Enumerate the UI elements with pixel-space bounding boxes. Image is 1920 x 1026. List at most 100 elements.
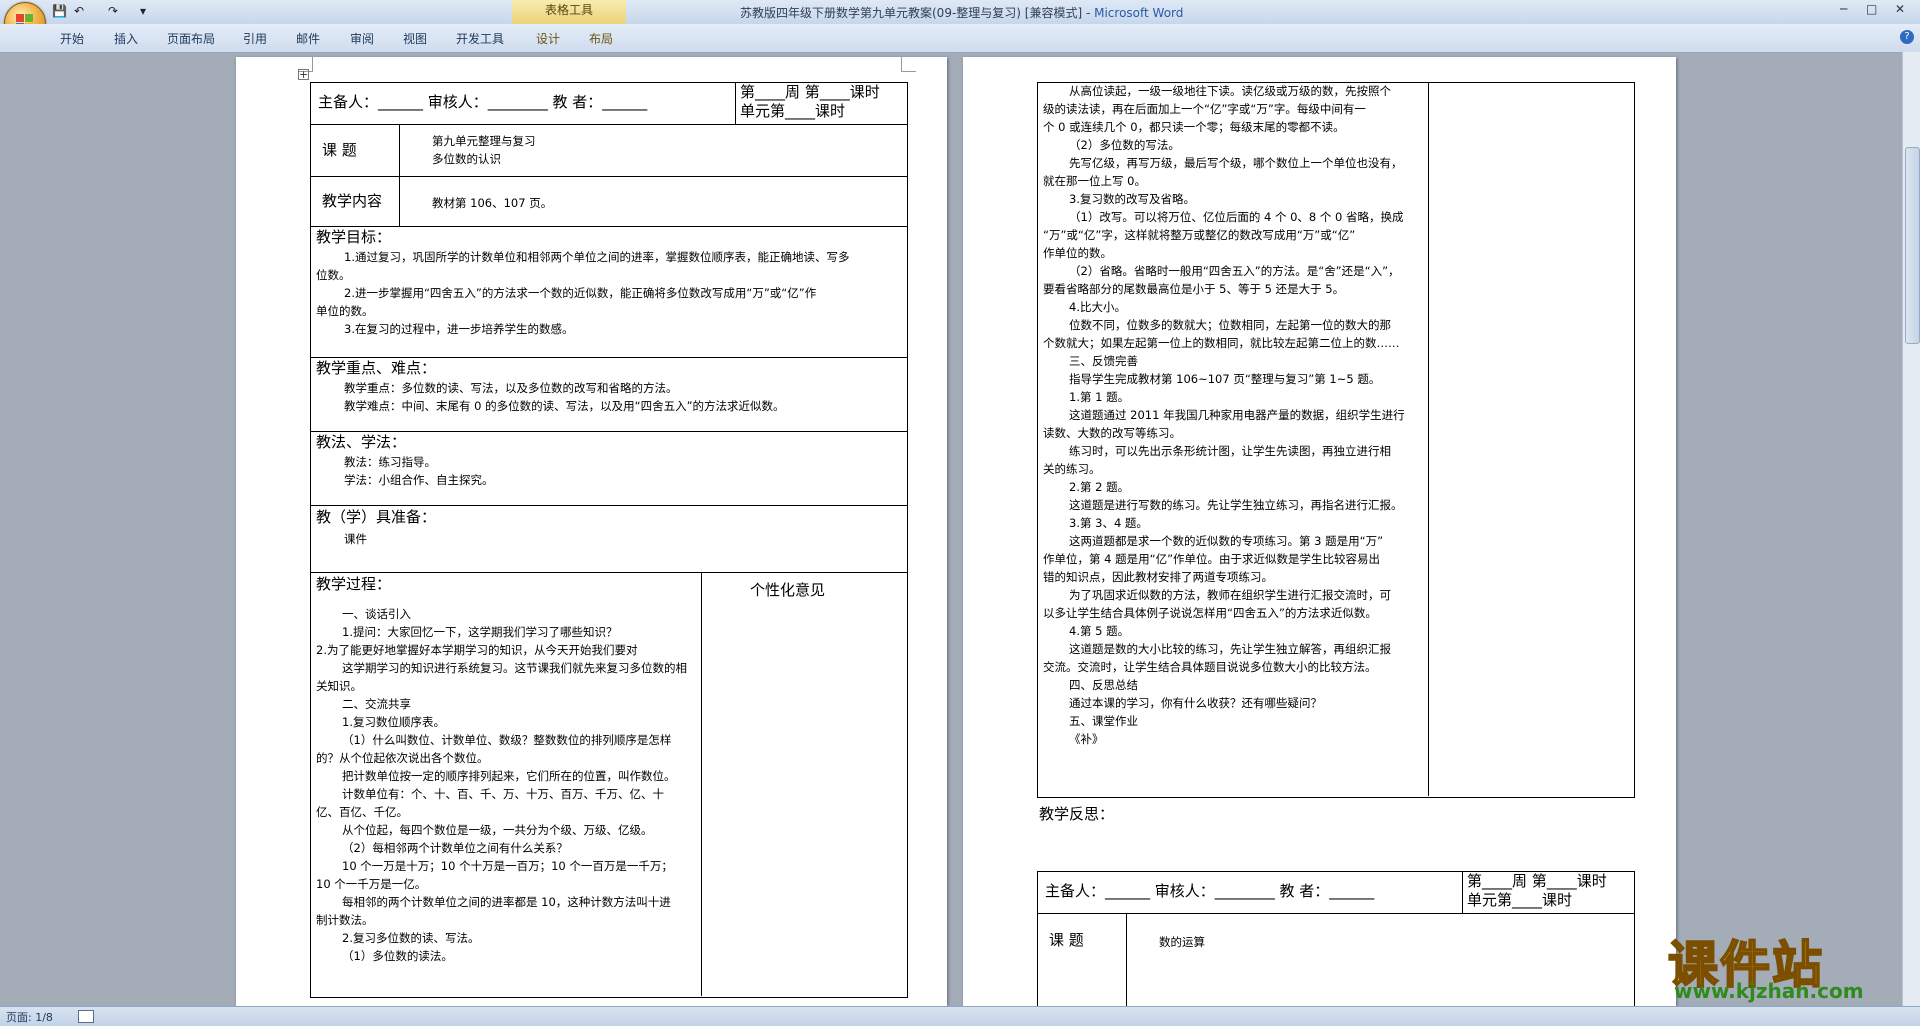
process-line: 为了巩固求近似数的方法，教师在组织学生进行汇报交流时，可 bbox=[1069, 588, 1391, 602]
goals-label: 教学目标： bbox=[316, 228, 392, 246]
process-line: 练习时，可以先出示条形统计图，让学生先读图，再独立进行相 bbox=[1069, 444, 1391, 458]
method-line: 学法：小组合作、自主探究。 bbox=[344, 473, 494, 487]
process-line: 错的知识点，因此教材安排了两道专项练习。 bbox=[1043, 570, 1273, 584]
process-line: 关知识。 bbox=[316, 679, 362, 693]
process-line: 《补》 bbox=[1069, 732, 1104, 746]
process-line: 作单位，第 4 题是用“亿”作单位。由于求近似数是学生比较容易出 bbox=[1043, 552, 1381, 566]
document-page-right: 从高位读起，一级一级地往下读。读亿级或万级的数，先按照个级的读法读，再在后面加上… bbox=[963, 57, 1676, 1006]
vertical-scrollbar[interactable] bbox=[1902, 52, 1920, 1006]
goal-line: 位数。 bbox=[316, 268, 351, 282]
scrollbar-thumb[interactable] bbox=[1905, 147, 1920, 344]
process-line: （2）每相邻两个计数单位之间有什么关系？ bbox=[342, 841, 568, 855]
header-week-lesson: 第____周 第____课时 bbox=[740, 83, 880, 101]
tab-page-layout[interactable]: 页面布局 bbox=[167, 30, 215, 47]
minimize-button[interactable]: ─ bbox=[1840, 2, 1847, 16]
header-unit-lesson: 单元第____课时 bbox=[740, 102, 846, 120]
proofing-icon[interactable] bbox=[78, 1010, 94, 1023]
tab-insert[interactable]: 插入 bbox=[114, 30, 138, 47]
process-line: 从个位起，每四个数位是一级，一共分为个级、万级、亿级。 bbox=[342, 823, 653, 837]
process-line: 这道题通过 2011 年我国几种家用电器产量的数据，组织学生进行 bbox=[1069, 408, 1405, 422]
goal-line: 单位的数。 bbox=[316, 304, 374, 318]
page-indicator[interactable]: 页面: 1/8 bbox=[6, 1009, 53, 1025]
keypoints-label: 教学重点、难点： bbox=[316, 359, 437, 377]
header-staff-fields: 主备人：______ 审核人：________ 教 者：______ bbox=[318, 93, 648, 111]
process-line: 个数就大；如果左起第一位上的数相同，就比较左起第二位上的数…… bbox=[1043, 336, 1400, 350]
process-line: “万”或“亿”字，这样就将整万或整亿的数改写成用“万”或“亿” bbox=[1043, 228, 1356, 242]
process-line: 先写亿级，再写万级，最后写个级，哪个数位上一个单位也没有， bbox=[1069, 156, 1403, 170]
process-line: 计数单位有：个、十、百、千、万、十万、百万、千万、亿、十 bbox=[342, 787, 664, 801]
process-line: 这道题是数的大小比较的练习，先让学生独立解答，再组织汇报 bbox=[1069, 642, 1391, 656]
topic-line: 第九单元整理与复习 bbox=[432, 134, 536, 148]
goal-line: 1.通过复习，巩固所学的计数单位和相邻两个单位之间的进率，掌握数位顺序表，能正确… bbox=[344, 250, 850, 264]
process-line: 2.复习多位数的读、写法。 bbox=[342, 931, 480, 945]
process-line: 2.第 2 题。 bbox=[1069, 480, 1130, 494]
process-line: （1）改写。可以将万位、亿位后面的 4 个 0、8 个 0 省略，换成 bbox=[1069, 210, 1404, 224]
tab-home[interactable]: 开始 bbox=[60, 30, 84, 47]
keypoint-line: 教学重点：多位数的读、写法，以及多位数的改写和省略的方法。 bbox=[344, 381, 678, 395]
prep-value: 课件 bbox=[344, 532, 367, 546]
save-icon[interactable]: 💾 bbox=[52, 4, 67, 18]
opinion-label: 个性化意见 bbox=[750, 581, 826, 599]
status-bar: 页面: 1/8 bbox=[0, 1006, 1920, 1026]
context-tab-group-table-tools: 表格工具 bbox=[512, 0, 626, 24]
process-line: 3.第 3、4 题。 bbox=[1069, 516, 1148, 530]
header-unit-lesson: 单元第____课时 bbox=[1467, 891, 1573, 909]
goal-line: 3.在复习的过程中，进一步培养学生的数感。 bbox=[344, 322, 574, 336]
process-line: 把计数单位按一定的顺序排列起来，它们所在的位置，叫作数位。 bbox=[342, 769, 676, 783]
process-line: （1）什么叫数位、计数单位、数级？整数数位的排列顺序是怎样 bbox=[342, 733, 672, 747]
process-line: 从高位读起，一级一级地往下读。读亿级或万级的数，先按照个 bbox=[1069, 84, 1391, 98]
customize-quick-access-icon[interactable]: ▾ bbox=[140, 4, 146, 18]
process-line: 三、反馈完善 bbox=[1069, 354, 1138, 368]
process-line: 以多让学生结合具体例子说说怎样用“四舍五入”的方法求近似数。 bbox=[1043, 606, 1377, 620]
process-line: 2.为了能更好地掌握好本学期学习的知识，从今天开始我们要对 bbox=[316, 643, 638, 657]
reflection-label: 教学反思： bbox=[1039, 805, 1115, 823]
watermark-url: www.kjzhan.com bbox=[1674, 979, 1864, 1003]
content-value: 教材第 106、107 页。 bbox=[432, 196, 553, 210]
process-line: 制计数法。 bbox=[316, 913, 374, 927]
redo-icon[interactable]: ↷ bbox=[108, 4, 118, 18]
process-line: 1.提问：大家回忆一下，这学期我们学习了哪些知识？ bbox=[342, 625, 618, 639]
tab-developer[interactable]: 开发工具 bbox=[456, 30, 504, 47]
close-button[interactable]: ✕ bbox=[1895, 2, 1905, 16]
process-line: 作单位的数。 bbox=[1043, 246, 1112, 260]
process-line: 的？从个位起依次说出各个数位。 bbox=[316, 751, 489, 765]
table-move-handle-icon[interactable]: + bbox=[298, 69, 309, 80]
maximize-button[interactable]: □ bbox=[1866, 2, 1877, 16]
process-line: 指导学生完成教材第 106~107 页“整理与复习”第 1~5 题。 bbox=[1069, 372, 1381, 386]
tab-table-design[interactable]: 设计 bbox=[536, 30, 560, 47]
process-line: 要看省略部分的尾数最高位是小于 5、等于 5 还是大于 5。 bbox=[1043, 282, 1345, 296]
process-line: 这道题是进行写数的练习。先让学生独立练习，再指名进行汇报。 bbox=[1069, 498, 1403, 512]
process-line: 就在那一位上写 0。 bbox=[1043, 174, 1146, 188]
topic-line: 多位数的认识 bbox=[432, 152, 501, 166]
process-line: 级的读法读，再在后面加上一个“亿”字或“万”字。每级中间有一 bbox=[1043, 102, 1366, 116]
content-label: 教学内容 bbox=[322, 192, 383, 210]
tab-references[interactable]: 引用 bbox=[243, 30, 267, 47]
document-page-left: + 主备人：______ 审核人：________ 教 者：______ 第__… bbox=[236, 57, 947, 1006]
process-line: 通过本课的学习，你有什么收获？还有哪些疑问？ bbox=[1069, 696, 1322, 710]
topic-value: 数的运算 bbox=[1159, 935, 1205, 949]
help-icon[interactable]: ? bbox=[1900, 30, 1914, 44]
process-line: 二、交流共享 bbox=[342, 697, 411, 711]
process-line: 10 个一千万是一亿。 bbox=[316, 877, 427, 891]
process-line: （2）省略。省略时一般用“四舍五入”的方法。是“舍”还是“入”， bbox=[1069, 264, 1400, 278]
process-line: 4.第 5 题。 bbox=[1069, 624, 1130, 638]
process-line: 一、谈话引入 bbox=[342, 607, 411, 621]
process-line: 四、反思总结 bbox=[1069, 678, 1138, 692]
window-title-doc: 苏教版四年级下册数学第九单元教案(09-整理与复习) [兼容模式] - bbox=[740, 6, 1095, 20]
process-line: 3.复习数的改写及省略。 bbox=[1069, 192, 1195, 206]
goal-line: 2.进一步掌握用“四舍五入”的方法求一个数的近似数，能正确将多位数改写成用“万”… bbox=[344, 286, 817, 300]
process-line: 关的练习。 bbox=[1043, 462, 1101, 476]
process-line: 这两道题都是求一个数的近似数的专项练习。第 3 题是用“万” bbox=[1069, 534, 1384, 548]
site-watermark: 课件站 www.kjzhan.com bbox=[1667, 925, 1908, 1005]
process-line: 4.比大小。 bbox=[1069, 300, 1126, 314]
undo-icon[interactable]: ↶ bbox=[74, 4, 84, 18]
method-line: 教法：练习指导。 bbox=[344, 455, 436, 469]
topic-label: 课 题 bbox=[1049, 931, 1084, 949]
tab-review[interactable]: 审阅 bbox=[350, 30, 374, 47]
tab-mailings[interactable]: 邮件 bbox=[296, 30, 320, 47]
prep-label: 教（学）具准备： bbox=[316, 508, 437, 526]
tab-view[interactable]: 视图 bbox=[403, 30, 427, 47]
process-line: 1.复习数位顺序表。 bbox=[342, 715, 445, 729]
tab-table-layout[interactable]: 布局 bbox=[589, 30, 613, 47]
process-label: 教学过程： bbox=[316, 575, 392, 593]
